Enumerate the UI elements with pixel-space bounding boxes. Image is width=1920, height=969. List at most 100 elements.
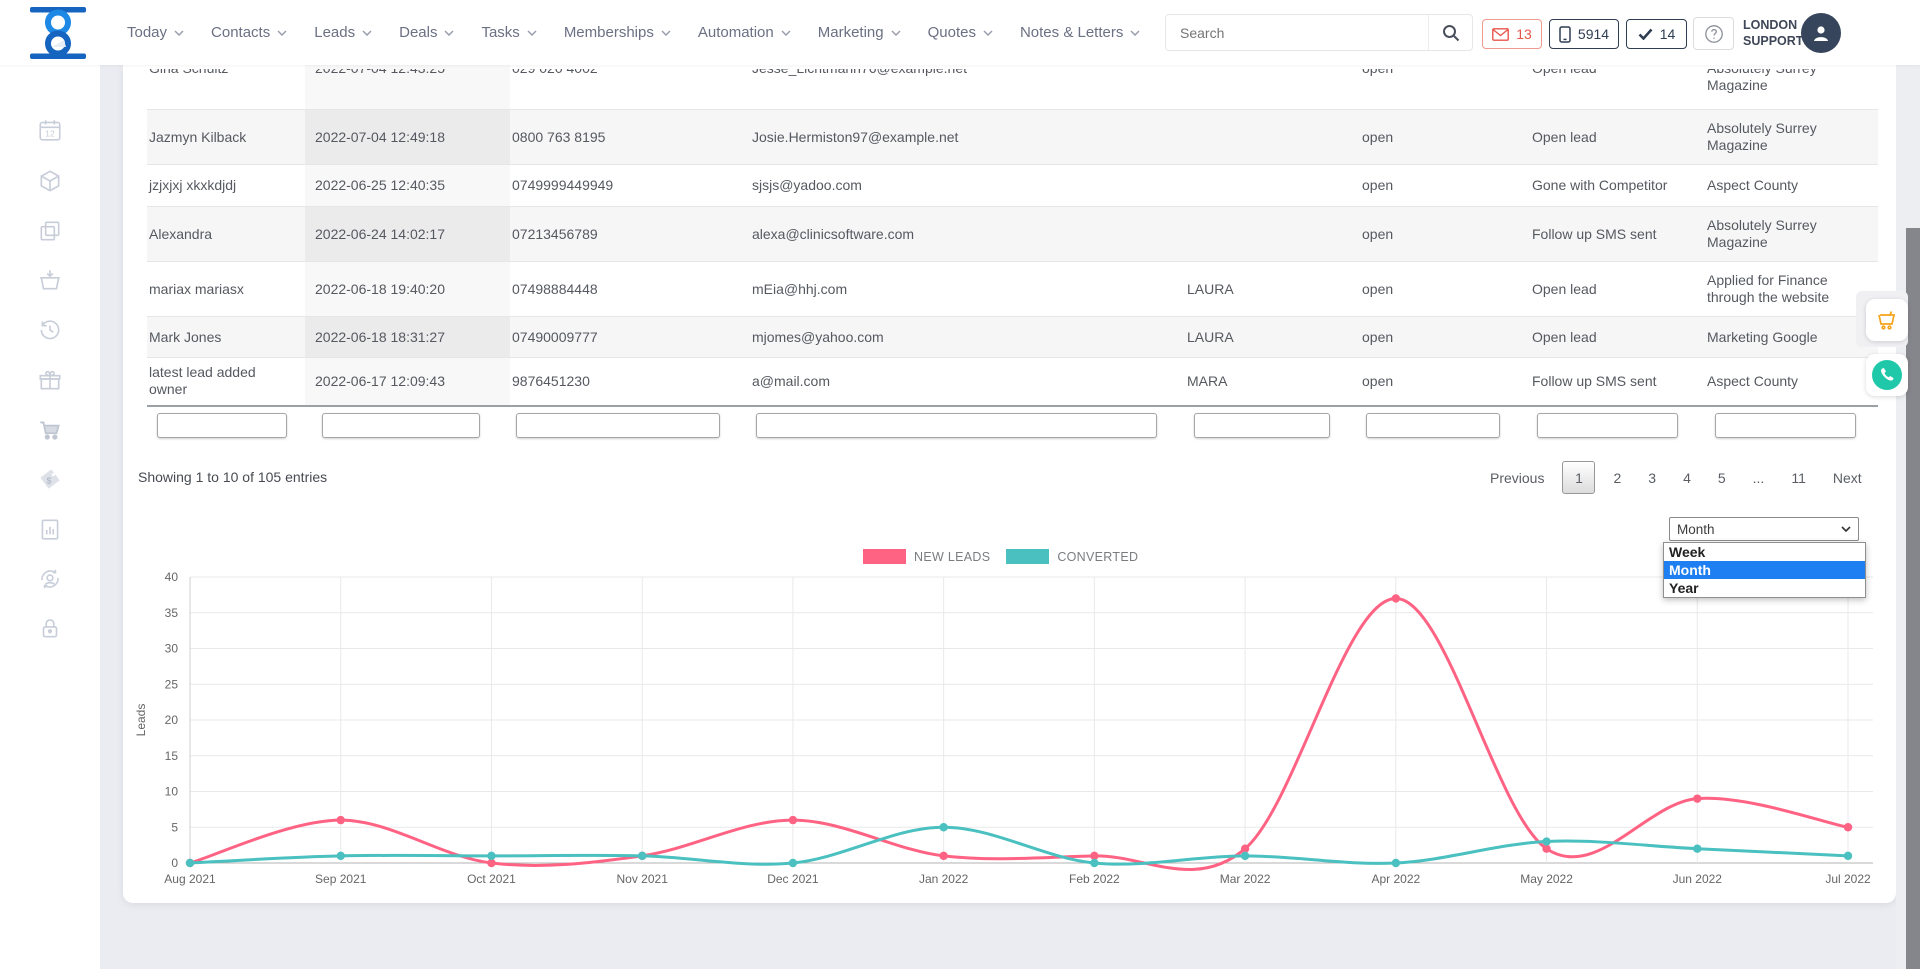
period-select-value: Month (1677, 522, 1715, 537)
nav-item-leads[interactable]: Leads (314, 24, 372, 41)
svg-text:Oct 2021: Oct 2021 (467, 872, 516, 886)
nav-item-marketing[interactable]: Marketing (818, 24, 901, 41)
tasks-badge[interactable]: 14 (1626, 19, 1687, 49)
svg-text:Jul 2022: Jul 2022 (1825, 872, 1871, 886)
nav-item-quotes[interactable]: Quotes (928, 24, 993, 41)
calls-count: 5914 (1578, 26, 1609, 42)
period-dropdown-list: WeekMonthYear (1663, 542, 1866, 598)
svg-text:12: 12 (45, 129, 55, 139)
search-button[interactable] (1428, 15, 1472, 50)
svg-text:20: 20 (165, 713, 179, 727)
nav-item-automation[interactable]: Automation (698, 24, 791, 41)
nav-item-today[interactable]: Today (127, 24, 184, 41)
svg-text:0: 0 (171, 856, 178, 870)
svg-text:25: 25 (165, 677, 179, 691)
phone-icon (1879, 367, 1895, 383)
shopping-cart-icon[interactable] (37, 417, 63, 443)
price-tag-icon[interactable]: $ (37, 466, 63, 492)
svg-text:Aug 2021: Aug 2021 (164, 872, 216, 886)
svg-text:$: $ (47, 475, 52, 485)
svg-text:15: 15 (165, 749, 179, 763)
bar-chart-document-icon[interactable] (37, 516, 63, 542)
avatar[interactable] (1801, 13, 1841, 53)
svg-text:30: 30 (165, 642, 179, 656)
chevron-down-icon (277, 30, 287, 36)
top-navigation-bar: Today Contacts Leads Deals Tasks Memberships A… (0, 0, 1920, 65)
user-icon (1810, 22, 1832, 44)
basket-download-icon[interactable] (37, 267, 63, 293)
legend-swatch (1006, 549, 1049, 564)
nav-item-deals[interactable]: Deals (399, 24, 454, 41)
svg-text:35: 35 (165, 606, 179, 620)
nav-item-label: Tasks (481, 24, 519, 41)
svg-text:Sep 2021: Sep 2021 (315, 872, 367, 886)
leads-chart: 0 5 10 15 20 25 30 35 40 Aug 2021 Sep 2021 Oct 2021… (123, 65, 1896, 903)
chart-legend: NEW LEADS CONVERTED (863, 549, 1138, 564)
nav-item-label: Leads (314, 24, 355, 41)
account-line1: LONDON (1743, 17, 1799, 33)
cart-icon (1875, 308, 1899, 332)
chevron-down-icon (781, 30, 791, 36)
period-select[interactable]: Month (1669, 517, 1859, 541)
legend-swatch (863, 549, 906, 564)
period-option-year[interactable]: Year (1664, 579, 1865, 597)
legend-label: CONVERTED (1057, 550, 1138, 564)
nav-item-memberships[interactable]: Memberships (564, 24, 671, 41)
chevron-down-icon (983, 30, 993, 36)
clinic-software-logo[interactable] (28, 7, 88, 59)
page: 12 $ Today Contacts Leads Deals Tasks Members… (0, 0, 1920, 969)
nav-item-label: Contacts (211, 24, 270, 41)
period-option-month[interactable]: Month (1664, 561, 1865, 579)
phone-circle (1872, 360, 1902, 390)
messages-count: 13 (1516, 26, 1532, 42)
nav-item-label: Today (127, 24, 167, 41)
cart-floating-button[interactable] (1866, 299, 1908, 341)
nav-item-label: Quotes (928, 24, 976, 41)
chevron-down-icon (1841, 526, 1851, 532)
svg-text:Apr 2022: Apr 2022 (1371, 872, 1420, 886)
chevron-down-icon (661, 30, 671, 36)
nav-item-label: Automation (698, 24, 774, 41)
history-clock-icon[interactable] (37, 317, 63, 343)
svg-text:May 2022: May 2022 (1520, 872, 1573, 886)
svg-text:5: 5 (171, 820, 178, 834)
svg-text:Dec 2021: Dec 2021 (767, 872, 819, 886)
nav-item-label: Deals (399, 24, 437, 41)
left-sidebar: 12 $ (0, 0, 100, 969)
svg-text:Jan 2022: Jan 2022 (919, 872, 969, 886)
call-floating-button[interactable] (1866, 354, 1908, 396)
nav-item-label: Marketing (818, 24, 884, 41)
smartphone-icon (1559, 26, 1571, 43)
copy-pages-icon[interactable] (37, 218, 63, 244)
cube-package-icon[interactable] (37, 168, 63, 194)
calendar-12-icon[interactable]: 12 (37, 117, 63, 143)
messages-badge[interactable]: 13 (1482, 19, 1542, 49)
legend-item-new-leads[interactable]: NEW LEADS (863, 549, 990, 564)
calls-badge[interactable]: 5914 (1549, 19, 1619, 49)
chevron-down-icon (362, 30, 372, 36)
nav-item-label: Memberships (564, 24, 654, 41)
svg-text:10: 10 (165, 785, 179, 799)
svg-text:40: 40 (165, 570, 179, 584)
svg-text:Jun 2022: Jun 2022 (1673, 872, 1723, 886)
nav-item-contacts[interactable]: Contacts (211, 24, 287, 41)
main-menu: Today Contacts Leads Deals Tasks Memberships A… (127, 0, 1296, 65)
account-line2: SUPPORT (1743, 33, 1799, 49)
nav-item-notes-letters[interactable]: Notes & Letters (1020, 24, 1140, 41)
search-input[interactable] (1166, 15, 1428, 50)
chevron-down-icon (891, 30, 901, 36)
nav-item-tasks[interactable]: Tasks (481, 24, 536, 41)
legend-item-converted[interactable]: CONVERTED (1006, 549, 1138, 564)
mail-icon (1492, 28, 1509, 41)
svg-text:Mar 2022: Mar 2022 (1220, 872, 1271, 886)
chevron-down-icon (444, 30, 454, 36)
search-box (1165, 14, 1473, 51)
help-button[interactable] (1693, 17, 1734, 50)
chevron-down-icon (1130, 30, 1140, 36)
period-option-week[interactable]: Week (1664, 543, 1865, 561)
gift-icon[interactable] (37, 367, 63, 393)
user-sync-icon[interactable] (37, 566, 63, 592)
chevron-down-icon (527, 30, 537, 36)
lock-icon[interactable] (37, 615, 63, 641)
scrollbar-thumb[interactable] (1906, 228, 1920, 969)
